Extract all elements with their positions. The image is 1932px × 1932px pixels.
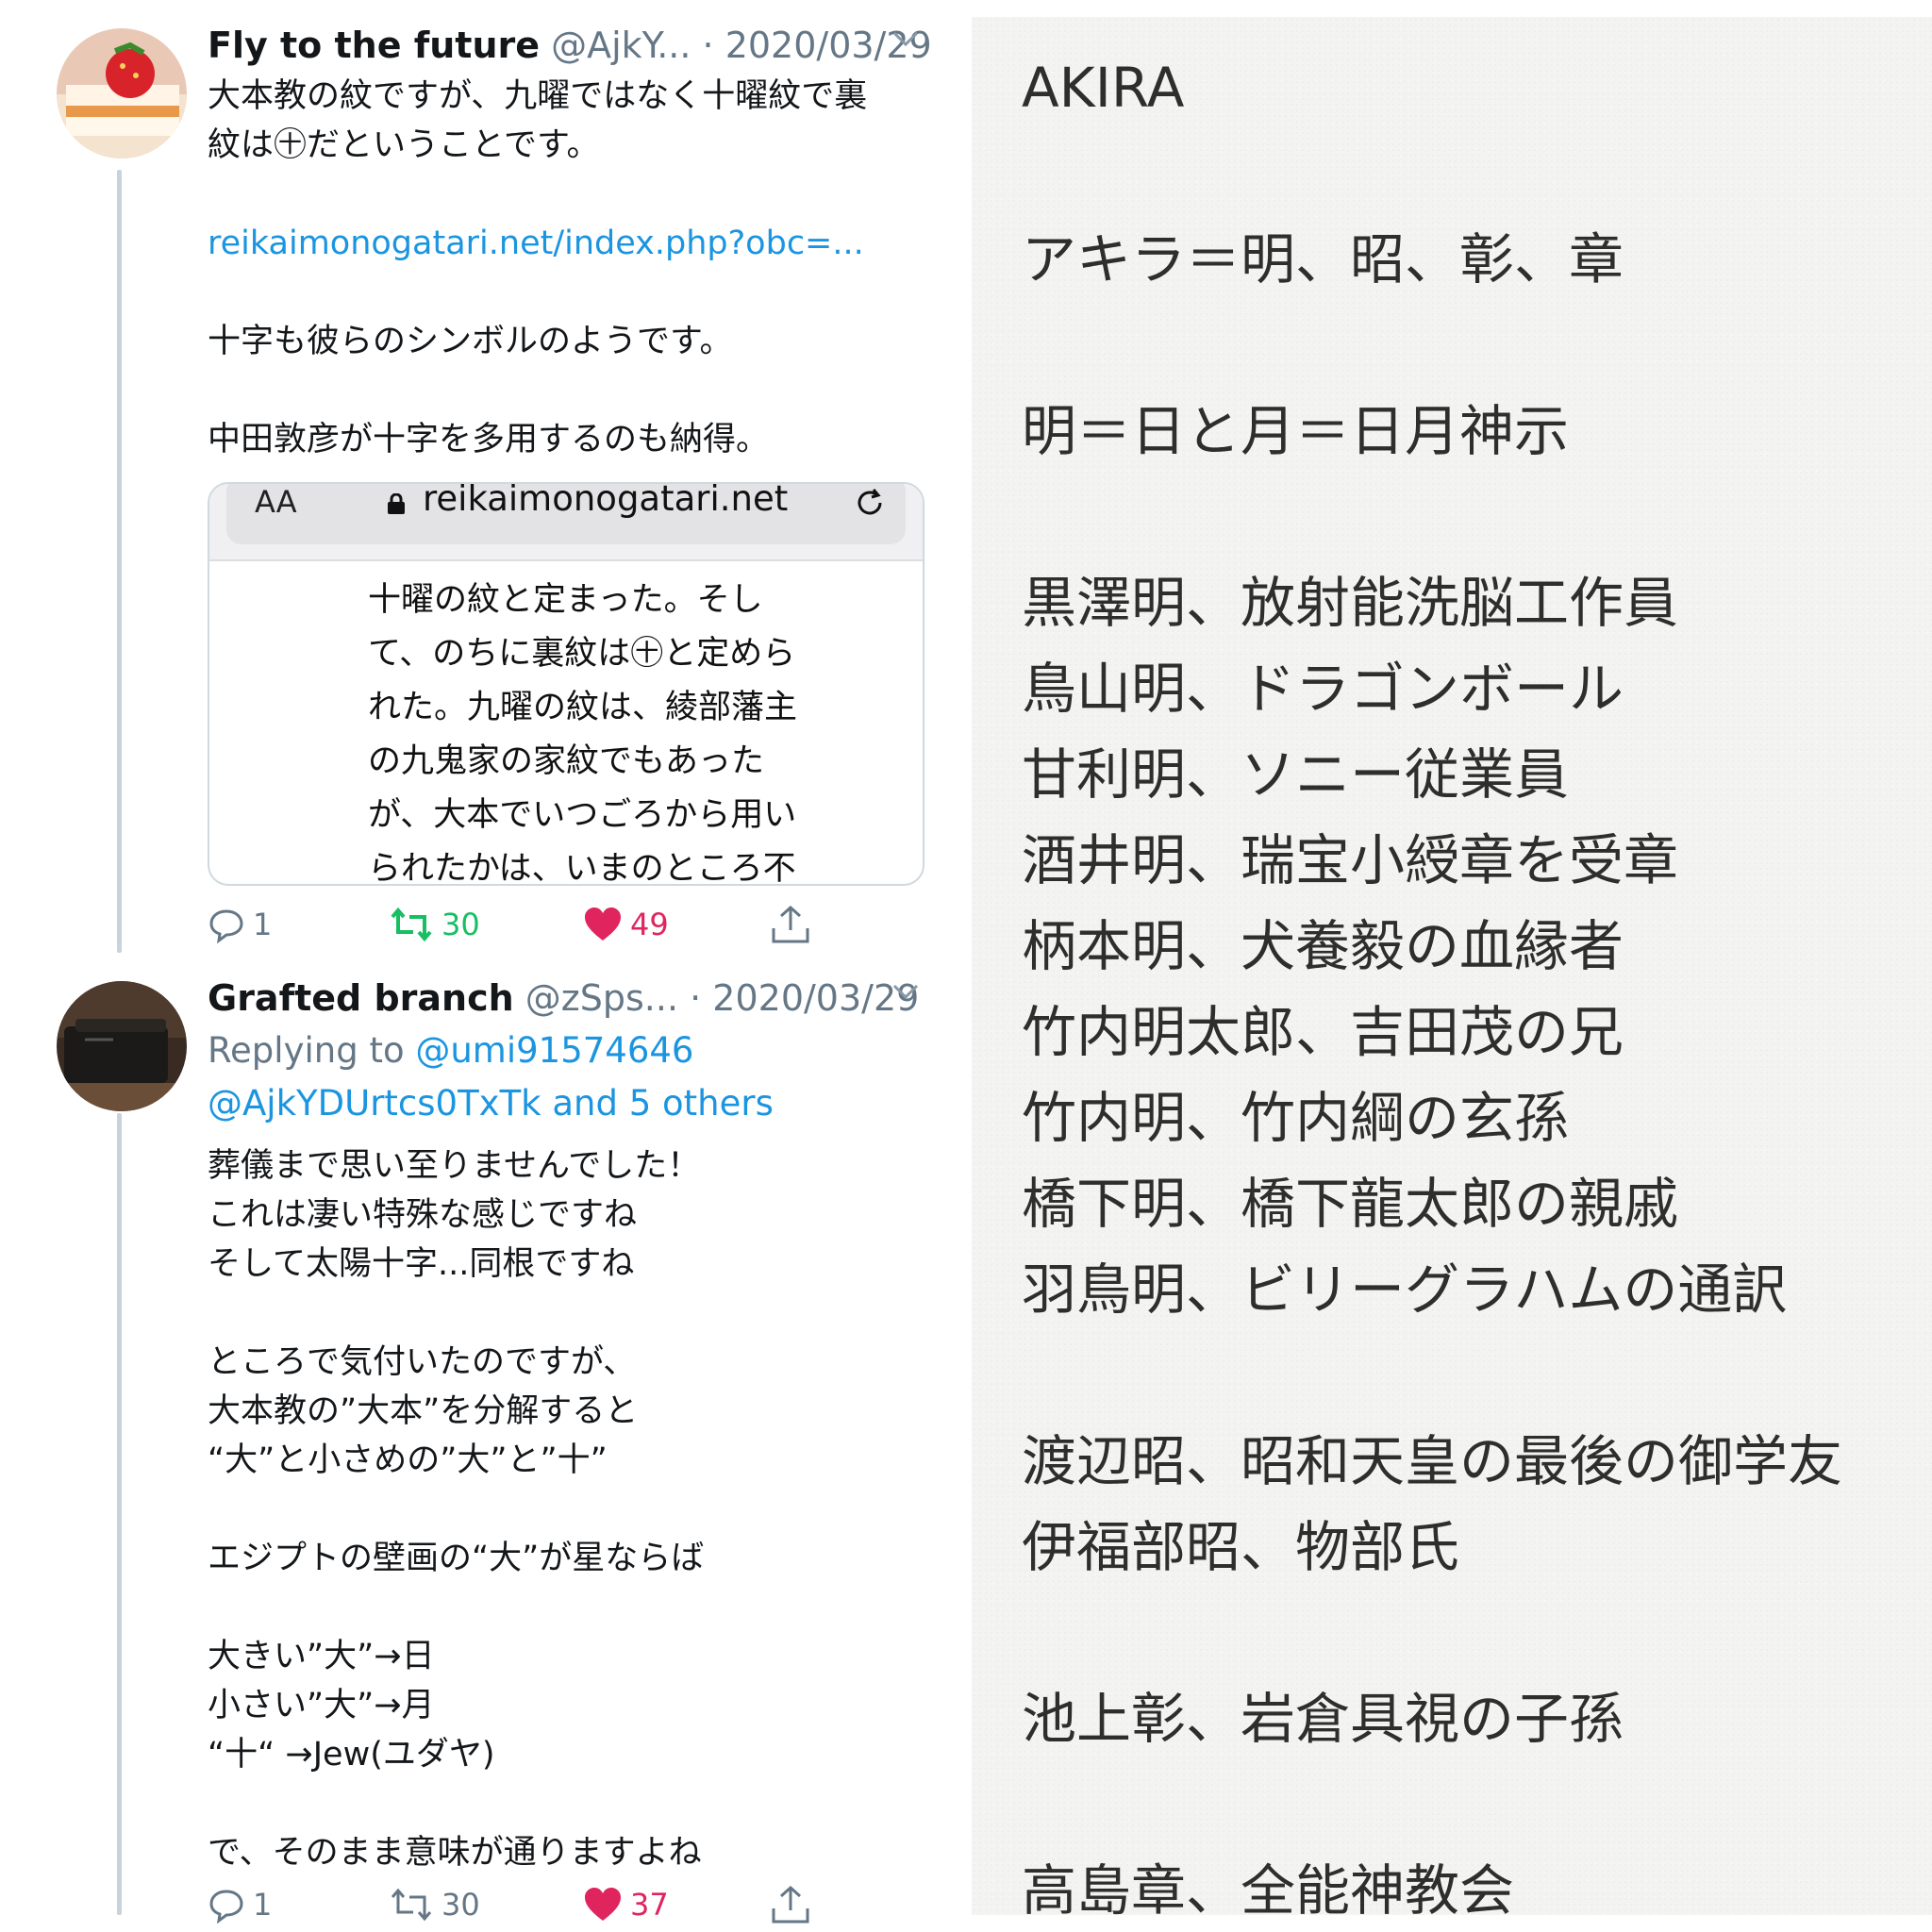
note-line: 渡辺昭、昭和天皇の最後の御学友 — [1022, 1429, 1843, 1493]
tweet-header: Grafted branch @zSps... · 2020/03/29 — [208, 975, 919, 1021]
link-card-screenshot[interactable]: AA reikaimonogatari.net 十曜の紋と定まった。そし て、の… — [208, 482, 924, 886]
card-line: の九鬼家の家紋でもあった — [368, 742, 765, 780]
tweet-line: “大”と小さめの”大”と”十” — [208, 1441, 608, 1479]
chevron-down-icon[interactable] — [891, 23, 921, 68]
reply-icon — [208, 906, 245, 943]
note-line: アキラ＝明、昭、彰、章 — [1022, 227, 1624, 291]
tweet-line: 葬儀まで思い至りませんでした！ — [208, 1147, 701, 1185]
tweet-line: 中田敦彦が十字を多用するのも納得。 — [208, 421, 770, 458]
tweet-line: これは凄い特殊な感じですね — [208, 1196, 638, 1234]
replying-prefix: Replying to — [208, 1030, 416, 1071]
share-icon — [770, 1884, 811, 1925]
retweet-icon — [389, 1886, 434, 1924]
url-field: AA reikaimonogatari.net — [226, 482, 906, 544]
note-line: 高島章、全能神教会 — [1022, 1858, 1515, 1923]
avatar-fly-to-the-future[interactable] — [57, 28, 187, 158]
reader-aa-button: AA — [255, 484, 297, 520]
thread-line — [117, 170, 122, 953]
like-count: 37 — [630, 1887, 669, 1923]
reply-count: 1 — [253, 907, 273, 942]
tweet-line: そして太陽十字...同根ですね — [208, 1245, 635, 1283]
note-line: 竹内明太郎、吉田茂の兄 — [1022, 1000, 1624, 1064]
card-line: られたかは、いまのところ不 — [368, 850, 796, 886]
chevron-down-icon[interactable] — [891, 975, 921, 1021]
reply-button[interactable]: 1 — [208, 901, 272, 948]
browser-bar: AA reikaimonogatari.net — [209, 484, 923, 561]
mention-link[interactable]: @umi91574646 — [415, 1030, 693, 1071]
retweet-button[interactable]: 30 — [389, 1881, 480, 1928]
reply-button[interactable]: 1 — [208, 1881, 272, 1928]
retweet-count: 30 — [441, 1887, 480, 1923]
like-button[interactable]: 37 — [583, 1881, 669, 1928]
tweet-header: Fly to the future @AjkY... · 2020/03/29 — [208, 23, 932, 68]
note-line: 竹内明、竹内綱の玄孫 — [1022, 1086, 1570, 1150]
note-line: 明＝日と月＝日月神示 — [1022, 399, 1570, 463]
note-line: 酒井明、瑞宝小綬章を受章 — [1022, 828, 1679, 892]
mention-link-others[interactable]: @AjkYDUrtcs0TxTk and 5 others — [208, 1077, 774, 1130]
note-line: 伊福部昭、物部氏 — [1022, 1515, 1460, 1579]
share-button[interactable] — [770, 1881, 811, 1928]
note-line: 柄本明、犬養毅の血縁者 — [1022, 914, 1624, 978]
avatar-grafted-branch[interactable] — [57, 981, 187, 1111]
card-domain: reikaimonogatari.net — [423, 482, 789, 519]
card-line: れた。九曜の紋は、綾部藩主 — [368, 689, 798, 726]
replying-to: Replying to @umi91574646 @AjkYDUrtcs0TxT… — [208, 1024, 774, 1130]
lock-icon — [387, 492, 406, 514]
note-line: 甘利明、ソニー従業員 — [1022, 742, 1570, 807]
share-icon — [770, 904, 811, 945]
tweet-link[interactable]: reikaimonogatari.net/index.php?obc=... — [208, 219, 867, 268]
note-panel: AKIRA アキラ＝明、昭、彰、章 明＝日と月＝日月神示 黒澤明、放射能洗脳工作… — [972, 17, 1932, 1923]
note-line: 池上彰、岩倉具視の子孫 — [1022, 1687, 1624, 1751]
card-line: て、のちに裏紋は㊉と定めら — [368, 635, 796, 673]
author-handle[interactable]: @zSps... — [525, 977, 678, 1019]
tweet-line: 大本教の”大本”を分解すると — [208, 1392, 639, 1430]
author-name[interactable]: Grafted branch — [208, 977, 514, 1019]
note-line: 橋下明、橋下龍太郎の親戚 — [1022, 1172, 1679, 1236]
tweet-line: エジプトの壁画の“大”が星ならば — [208, 1540, 705, 1577]
share-button[interactable] — [770, 901, 811, 948]
tweet-line: 紋は㊉だということです。 — [208, 126, 600, 164]
tweet-line: “十“ →Jew(ユダヤ) — [208, 1736, 495, 1774]
note-title: AKIRA — [1022, 56, 1185, 120]
like-button[interactable]: 49 — [583, 901, 669, 948]
heart-icon — [583, 906, 623, 943]
tweet-line: 大きい”大”→日 — [208, 1638, 435, 1675]
tweet-date[interactable]: · 2020/03/29 — [690, 977, 919, 1019]
heart-icon — [583, 1886, 623, 1924]
reply-icon — [208, 1886, 245, 1924]
thread-line — [117, 1113, 122, 1915]
reply-count: 1 — [253, 1887, 273, 1923]
reload-icon — [853, 486, 887, 520]
card-text: 十曜の紋と定まった。そし て、のちに裏紋は㊉と定めら れた。九曜の紋は、綾部藩主… — [368, 574, 798, 886]
author-handle[interactable]: @AjkY... — [551, 25, 691, 66]
tweet-line: 十字も彼らのシンボルのようです。 — [208, 323, 733, 360]
tweet-body: 大本教の紋ですが、九曜ではなく十曜紋で裏 紋は㊉だということです。 reikai… — [208, 72, 867, 464]
note-line: 黒澤明、放射能洗脳工作員 — [1022, 571, 1679, 635]
card-line: 十曜の紋と定まった。そし — [368, 581, 763, 619]
replying-to-line: Replying to @umi91574646 — [208, 1024, 774, 1077]
tweet-line: 大本教の紋ですが、九曜ではなく十曜紋で裏 — [208, 77, 868, 115]
note-line: 鳥山明、ドラゴンボール — [1022, 657, 1624, 721]
retweet-button[interactable]: 30 — [389, 901, 480, 948]
tweet-body: 葬儀まで思い至りませんでした！ これは凄い特殊な感じですね そして太陽十字...… — [208, 1141, 704, 1877]
note-line: 羽鳥明、ビリーグラハムの通訳 — [1022, 1257, 1788, 1322]
tweet-line: ところで気付いたのですが、 — [208, 1343, 637, 1381]
tweet-actions: 1 30 37 — [208, 1881, 924, 1928]
card-line: が、大本でいつごろから用い — [368, 796, 797, 834]
like-count: 49 — [630, 907, 669, 942]
author-name[interactable]: Fly to the future — [208, 25, 540, 66]
retweet-icon — [389, 906, 434, 943]
retweet-count: 30 — [441, 907, 480, 942]
tweet-actions: 1 30 49 — [208, 901, 924, 948]
tweet-line: で、そのまま意味が通りますよね — [208, 1834, 702, 1872]
tweet-line: 小さい”大”→月 — [208, 1687, 435, 1724]
